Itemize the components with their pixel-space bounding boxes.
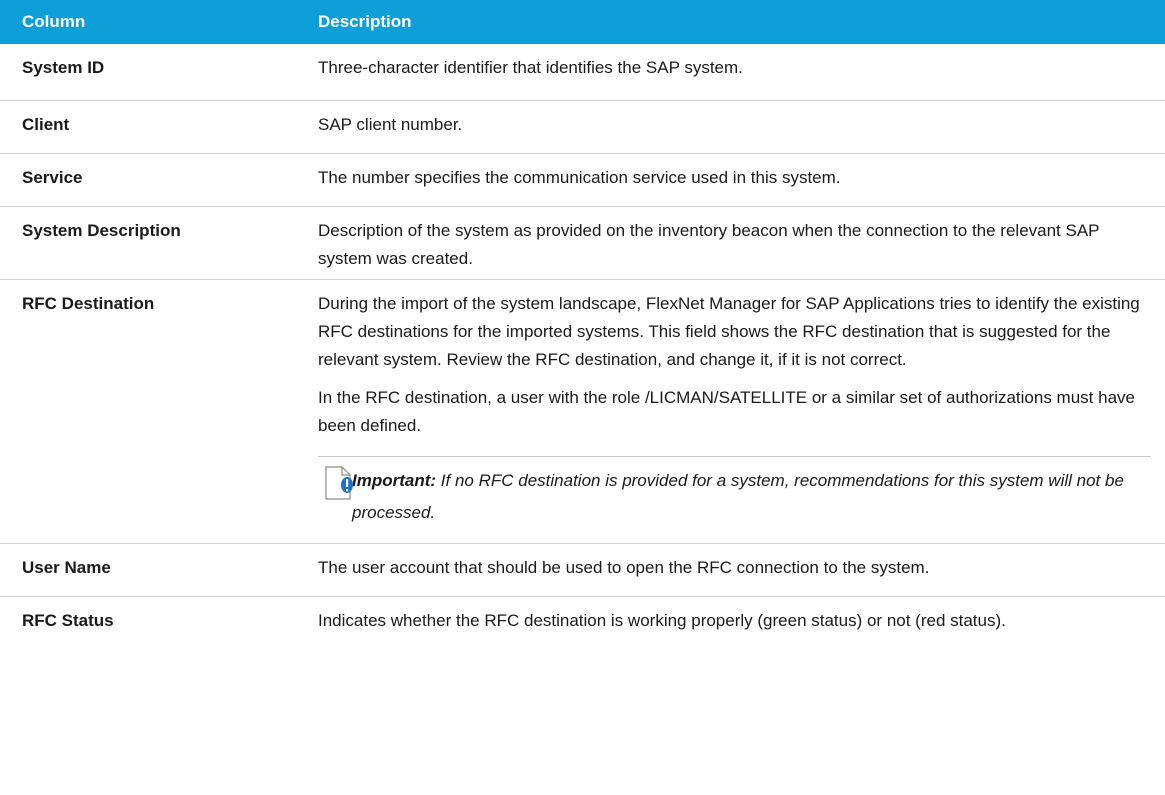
description-text: The number specifies the communication s…: [318, 168, 841, 187]
row-name: RFC Status: [0, 596, 310, 675]
table-row: RFC Destination During the import of the…: [0, 279, 1165, 544]
row-name: Client: [0, 100, 310, 154]
columns-table: Column Description System ID Three-chara…: [0, 0, 1165, 675]
description-text: In the RFC destination, a user with the …: [318, 388, 1135, 435]
table-row: RFC Status Indicates whether the RFC des…: [0, 596, 1165, 675]
table-header-row: Column Description: [0, 0, 1165, 44]
row-name: System ID: [22, 58, 105, 77]
description-text: SAP client number.: [318, 115, 463, 134]
important-note: Important: If no RFC destination is prov…: [318, 456, 1151, 543]
row-description: During the import of the system landscap…: [310, 279, 1165, 544]
row-description: Indicates whether the RFC destination is…: [310, 596, 1165, 675]
column-header-column: Column: [0, 0, 310, 44]
note-label: Important:: [352, 471, 437, 490]
table-row: System Description Description of the sy…: [0, 206, 1165, 280]
description-text: During the import of the system landscap…: [318, 294, 1140, 369]
row-description: The number specifies the communication s…: [310, 153, 1165, 207]
row-description: Description of the system as provided on…: [310, 206, 1165, 280]
table-row: Service The number specifies the communi…: [0, 153, 1165, 207]
row-name: Service: [0, 153, 310, 207]
row-name: RFC Destination: [0, 279, 310, 544]
row-description: SAP client number.: [310, 100, 1165, 154]
row-name: User Name: [0, 543, 310, 597]
important-note-icon: [325, 466, 353, 500]
description-text: The user account that should be used to …: [318, 558, 930, 577]
description-text: Indicates whether the RFC destination is…: [318, 611, 1006, 630]
row-description: The user account that should be used to …: [310, 543, 1165, 597]
row-description: Three-character identifier that identifi…: [310, 44, 1165, 101]
description-text: Three-character identifier that identifi…: [318, 58, 743, 77]
table-row: Client SAP client number.: [0, 100, 1165, 154]
column-header-description: Description: [310, 0, 1165, 44]
table-row: User Name The user account that should b…: [0, 543, 1165, 597]
row-name: System Description: [0, 206, 310, 280]
table-row: System ID Three-character identifier tha…: [0, 44, 1165, 101]
note-text: If no RFC destination is provided for a …: [352, 471, 1124, 522]
description-text: Description of the system as provided on…: [318, 221, 1100, 268]
